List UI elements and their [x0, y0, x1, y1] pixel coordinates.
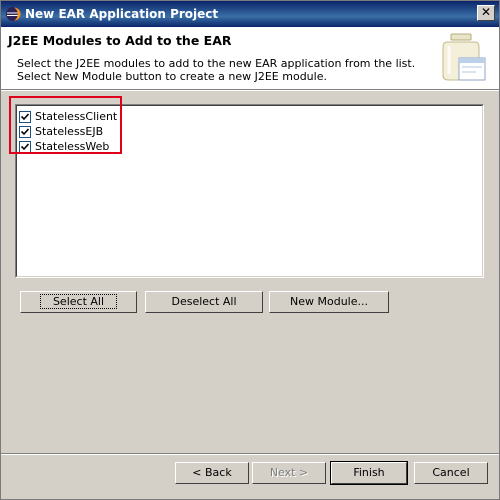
select-all-button[interactable]: Select All [20, 291, 137, 313]
page-description-line1: Select the J2EE modules to add to the ne… [17, 57, 416, 70]
back-button[interactable]: < Back [175, 462, 249, 484]
highlight-annotation-box [9, 96, 122, 154]
title-bar: New EAR Application Project ✕ [1, 1, 499, 27]
banner-separator [1, 90, 499, 91]
wizard-banner: J2EE Modules to Add to the EAR Select th… [1, 27, 499, 90]
new-module-button[interactable]: New Module... [269, 291, 389, 313]
page-title: J2EE Modules to Add to the EAR [8, 33, 232, 48]
close-button[interactable]: ✕ [477, 5, 495, 21]
eclipse-icon [6, 7, 21, 21]
wizard-jar-icon [442, 33, 486, 81]
page-description-line2: Select New Module button to create a new… [17, 70, 327, 83]
close-icon: ✕ [480, 5, 492, 19]
cancel-button[interactable]: Cancel [414, 462, 488, 484]
dialog-window: New EAR Application Project ✕ J2EE Modul… [0, 0, 500, 500]
window-title: New EAR Application Project [25, 7, 219, 21]
finish-button[interactable]: Finish [330, 461, 408, 485]
deselect-all-button[interactable]: Deselect All [145, 291, 263, 313]
next-button[interactable]: Next > [252, 462, 326, 484]
